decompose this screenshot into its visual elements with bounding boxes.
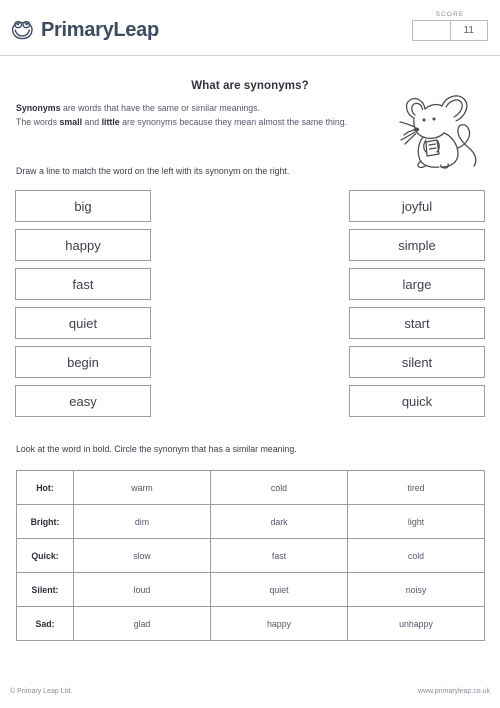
score-label: SCORE <box>435 11 465 18</box>
activity-2-instruction: Look at the word in bold. Circle the syn… <box>16 444 297 454</box>
table-cell-option[interactable]: noisy <box>347 572 485 607</box>
table-row: Sad: glad happy unhappy <box>16 606 485 641</box>
match-activity: big happy fast quiet begin easy joyful s… <box>0 190 500 420</box>
synonym-table: Hot: warm cold tired Bright: dim dark li… <box>16 470 485 641</box>
table-cell-word: Sad: <box>16 606 74 641</box>
table-cell-option[interactable]: unhappy <box>347 606 485 641</box>
table-cell-option[interactable]: loud <box>73 572 211 607</box>
table-cell-word: Quick: <box>16 538 74 573</box>
table-row: Silent: loud quiet noisy <box>16 572 485 607</box>
table-cell-option[interactable]: quiet <box>210 572 348 607</box>
intro-text-2: The words <box>16 116 60 127</box>
score-total-cell: 11 <box>449 21 488 40</box>
mouse-illustration <box>399 95 477 169</box>
table-cell-option[interactable]: cold <box>210 470 348 505</box>
activity-1-instruction: Draw a line to match the word on the lef… <box>16 166 290 176</box>
score-box: SCORE 11 <box>412 11 488 41</box>
brand-logo[interactable]: PrimaryLeap <box>10 17 159 43</box>
word-box-right-1[interactable]: joyful <box>349 190 485 222</box>
intro-bold-synonyms: Synonyms <box>16 103 61 113</box>
word-box-right-2[interactable]: simple <box>349 229 485 261</box>
intro-bold-small: small <box>59 116 83 127</box>
word-box-left-3[interactable]: fast <box>15 268 151 300</box>
table-row: Quick: slow fast cold <box>16 538 485 573</box>
brand-name: PrimaryLeap <box>41 18 159 41</box>
intro-text-4: are synonyms because they mean almost th… <box>119 116 348 127</box>
table-cell-word: Hot: <box>16 470 74 505</box>
word-box-left-6[interactable]: easy <box>15 385 151 417</box>
table-cell-option[interactable]: warm <box>73 470 211 505</box>
word-box-left-4[interactable]: quiet <box>15 307 151 339</box>
score-cells: 11 <box>412 20 488 41</box>
table-cell-option[interactable]: dark <box>210 504 348 539</box>
table-cell-option[interactable]: dim <box>73 504 211 539</box>
header-divider <box>0 55 500 56</box>
word-box-right-4[interactable]: start <box>349 307 485 339</box>
left-word-column: big happy fast quiet begin easy <box>15 190 151 424</box>
table-cell-option[interactable]: light <box>347 504 485 539</box>
word-box-right-5[interactable]: silent <box>349 346 485 378</box>
table-cell-option[interactable]: happy <box>210 606 348 641</box>
score-input-cell[interactable] <box>413 21 450 40</box>
intro-bold-little: little <box>101 116 120 127</box>
word-box-left-1[interactable]: big <box>15 190 151 222</box>
footer-website[interactable]: www.primaryleap.co.uk <box>418 688 490 695</box>
word-box-right-3[interactable]: large <box>349 268 485 300</box>
right-word-column: joyful simple large start silent quick <box>349 190 485 424</box>
intro-text-1: are words that have the same or similar … <box>60 103 260 113</box>
table-cell-option[interactable]: slow <box>73 538 211 573</box>
table-cell-word: Bright: <box>16 504 74 539</box>
frog-icon <box>11 20 33 40</box>
table-cell-option[interactable]: cold <box>347 538 485 573</box>
table-cell-option[interactable]: tired <box>347 470 485 505</box>
page-header: PrimaryLeap SCORE 11 <box>0 0 500 56</box>
table-cell-word: Silent: <box>16 572 74 607</box>
table-row: Bright: dim dark light <box>16 504 485 539</box>
intro-text-3: and <box>82 116 102 127</box>
word-box-right-6[interactable]: quick <box>349 385 485 417</box>
table-cell-option[interactable]: fast <box>210 538 348 573</box>
table-row: Hot: warm cold tired <box>16 470 485 505</box>
table-cell-option[interactable]: glad <box>73 606 211 641</box>
word-box-left-5[interactable]: begin <box>15 346 151 378</box>
word-box-left-2[interactable]: happy <box>15 229 151 261</box>
intro-paragraph: Synonyms are words that have the same or… <box>16 102 378 129</box>
footer-copyright: © Primary Leap Ltd. <box>10 688 73 695</box>
